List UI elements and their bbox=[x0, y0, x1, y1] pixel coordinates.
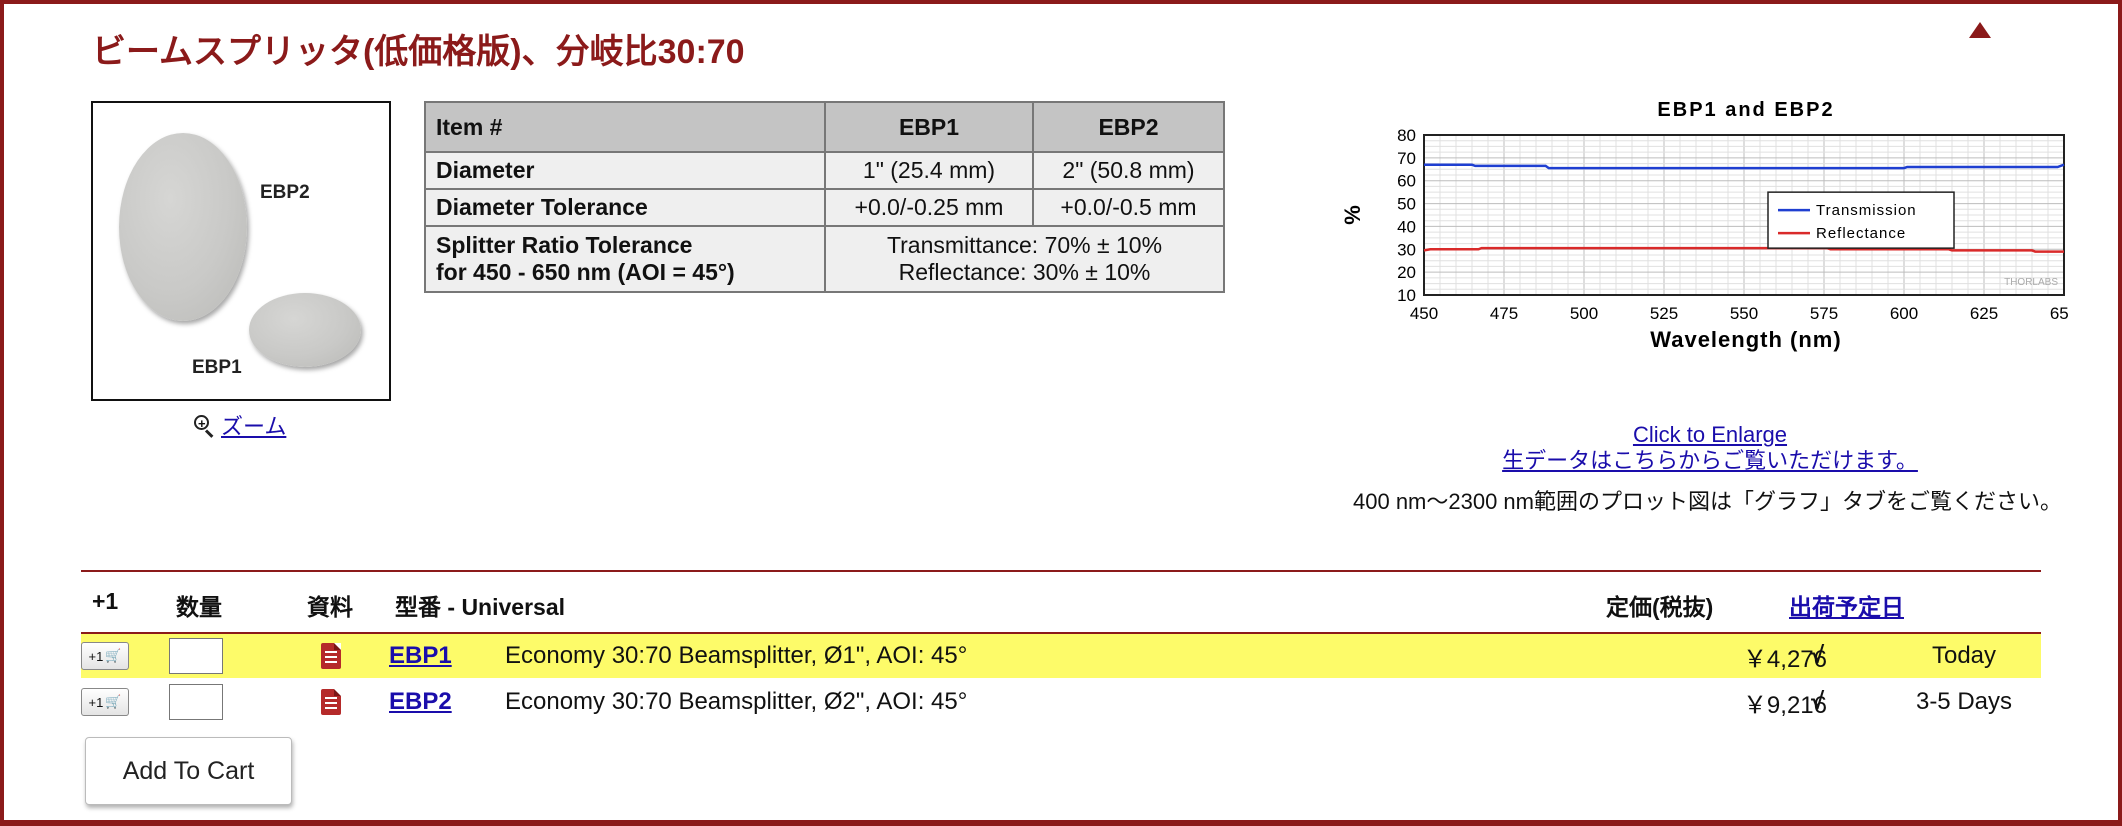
price: ￥9,216 bbox=[1742, 691, 1827, 719]
part-number-link[interactable]: EBP2 bbox=[389, 688, 452, 716]
lens-label-ebp2: EBP2 bbox=[260, 182, 310, 203]
spec-label: Splitter Ratio Tolerance for 450 - 650 n… bbox=[424, 225, 826, 293]
spec-value: +0.0/-0.5 mm bbox=[1032, 188, 1225, 227]
y-tick-label: 30 bbox=[1397, 240, 1416, 259]
spec-value: +0.0/-0.25 mm bbox=[824, 188, 1034, 227]
y-axis-label: % bbox=[1340, 205, 1365, 225]
ship-date: 3-5 Days bbox=[1915, 688, 2013, 715]
spec-row-diameter: Diameter 1" (25.4 mm) 2" (50.8 mm) bbox=[424, 151, 1225, 190]
x-tick-label: 450 bbox=[1410, 304, 1438, 323]
spec-value: 1" (25.4 mm) bbox=[824, 151, 1034, 190]
part-description: Economy 30:70 Beamsplitter, Ø2", AOI: 45… bbox=[505, 688, 968, 715]
y-tick-label: 40 bbox=[1397, 217, 1416, 236]
y-tick-label: 20 bbox=[1397, 263, 1416, 282]
spec-row-ratio: Splitter Ratio Tolerance for 450 - 650 n… bbox=[424, 225, 1225, 293]
cart-icon: 🛒 bbox=[105, 694, 122, 709]
spec-table: Item # EBP1 EBP2 Diameter 1" (25.4 mm) 2… bbox=[424, 101, 1225, 293]
header-price: 定価(税抜) bbox=[1606, 594, 1714, 620]
spec-header-item: Item # bbox=[424, 101, 826, 153]
add-one-cart-icon[interactable]: +1 🛒 bbox=[81, 642, 129, 670]
cart-icon-label: +1 bbox=[88, 648, 104, 664]
check-icon: √ bbox=[1811, 688, 1825, 715]
lens-label-ebp1: EBP1 bbox=[192, 357, 242, 378]
check-icon: √ bbox=[1811, 642, 1825, 669]
chart-title: EBP1 and EBP2 bbox=[1657, 100, 1834, 121]
header-qty: 数量 bbox=[176, 594, 222, 620]
spec-header-ebp2: EBP2 bbox=[1032, 101, 1225, 153]
y-tick-label: 70 bbox=[1397, 149, 1416, 168]
quantity-input[interactable] bbox=[169, 638, 223, 674]
header-plus1: +1 bbox=[92, 588, 119, 614]
legend-label: Transmission bbox=[1816, 202, 1917, 219]
cart-icon-label: +1 bbox=[88, 694, 104, 710]
page-title: ビームスプリッタ(低価格版)、分岐比30:70 bbox=[92, 33, 745, 71]
x-tick-label: 575 bbox=[1810, 304, 1838, 323]
quantity-input[interactable] bbox=[169, 684, 223, 720]
bottom-border bbox=[0, 820, 2122, 826]
y-tick-label: 80 bbox=[1397, 126, 1416, 145]
spec-value-line: Transmittance: 70% ± 10% bbox=[886, 232, 1163, 258]
zoom-control[interactable]: + ズーム bbox=[193, 409, 286, 441]
spec-label: Diameter bbox=[424, 151, 826, 190]
cart-icon: 🛒 bbox=[105, 648, 122, 663]
x-tick-label: 525 bbox=[1650, 304, 1678, 323]
table-row: +1 🛒 EBP1 Economy 30:70 Beamsplitter, Ø1"… bbox=[81, 634, 2041, 678]
y-tick-label: 50 bbox=[1397, 195, 1416, 214]
enlarge-link[interactable]: Click to Enlarge bbox=[1338, 422, 2082, 448]
spec-value: 2" (50.8 mm) bbox=[1032, 151, 1225, 190]
x-tick-label: 625 bbox=[1970, 304, 1998, 323]
y-tick-label: 10 bbox=[1397, 286, 1416, 305]
x-tick-label: 475 bbox=[1490, 304, 1518, 323]
chart-note: 400 nm～2300 nm範囲のプロット図は「グラフ」タブをご覧ください。 bbox=[1353, 489, 2062, 514]
ship-date: Today bbox=[1931, 642, 1997, 669]
x-tick-label: 500 bbox=[1570, 304, 1598, 323]
legend-label: Reflectance bbox=[1816, 225, 1906, 242]
add-to-cart-button[interactable]: Add To Cart bbox=[85, 737, 292, 805]
spec-header-ebp1: EBP1 bbox=[824, 101, 1034, 153]
raw-data-link[interactable]: 生データはこちらからご覧いただけます。 bbox=[1338, 448, 2082, 474]
back-to-top-icon[interactable] bbox=[1969, 22, 1991, 38]
product-image[interactable]: EBP2 EBP1 bbox=[91, 101, 391, 401]
y-tick-label: 60 bbox=[1397, 172, 1416, 191]
zoom-icon: + bbox=[193, 414, 215, 438]
document-icon[interactable] bbox=[321, 643, 341, 669]
lens-small bbox=[249, 293, 361, 367]
header-ship[interactable]: 出荷予定日 bbox=[1789, 588, 1904, 622]
header-part: 型番 - Universal bbox=[395, 594, 565, 620]
spec-value: Transmittance: 70% ± 10% Reflectance: 30… bbox=[824, 225, 1225, 293]
header-docs: 資料 bbox=[307, 594, 353, 620]
transmission-chart[interactable]: EBP1 and EBP2 450 475 500 525 550 575 600 625 650… bbox=[1338, 100, 2068, 420]
price: ￥4,276 bbox=[1742, 645, 1827, 673]
table-row: +1 🛒 EBP2 Economy 30:70 Beamsplitter, Ø2"… bbox=[81, 680, 2041, 724]
x-tick-label: 550 bbox=[1730, 304, 1758, 323]
chart-links: Click to Enlarge 生データはこちらからご覧いただけます。 bbox=[1338, 422, 2082, 474]
watermark: THORLABS bbox=[2004, 277, 2058, 288]
section-divider bbox=[81, 570, 2041, 572]
x-axis-label: Wavelength (nm) bbox=[1650, 327, 1841, 352]
document-icon[interactable] bbox=[321, 689, 341, 715]
part-number-link[interactable]: EBP1 bbox=[389, 642, 452, 670]
add-one-cart-icon[interactable]: +1 🛒 bbox=[81, 688, 129, 716]
spec-label-line: for 450 - 650 nm (AOI = 45°) bbox=[436, 259, 735, 285]
spec-label-line: Splitter Ratio Tolerance bbox=[436, 232, 693, 258]
plot-group: 450 475 500 525 550 575 600 625 650 10 20 30 40 50 60 7… bbox=[1340, 126, 2068, 352]
part-description: Economy 30:70 Beamsplitter, Ø1", AOI: 45… bbox=[505, 642, 968, 669]
x-tick-label: 650 bbox=[2050, 304, 2068, 323]
lens-large bbox=[119, 133, 247, 321]
zoom-link[interactable]: ズーム bbox=[221, 409, 286, 441]
spec-header-row: Item # EBP1 EBP2 bbox=[424, 101, 1225, 153]
spec-value-line: Reflectance: 30% ± 10% bbox=[898, 259, 1151, 285]
spec-row-tolerance: Diameter Tolerance +0.0/-0.25 mm +0.0/-0… bbox=[424, 188, 1225, 227]
x-tick-label: 600 bbox=[1890, 304, 1918, 323]
spec-label: Diameter Tolerance bbox=[424, 188, 826, 227]
ship-date-link[interactable]: 出荷予定日 bbox=[1789, 594, 1904, 620]
